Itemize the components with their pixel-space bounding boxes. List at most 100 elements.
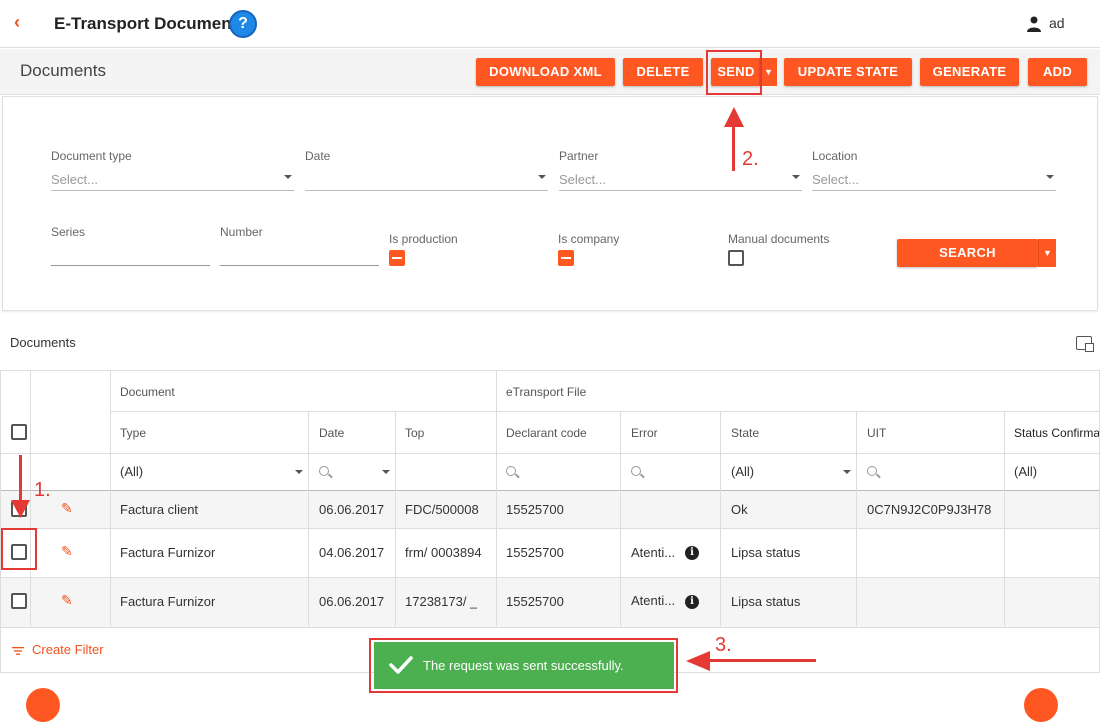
chevron-left-icon[interactable]: ‹ [14, 12, 20, 33]
type-filter[interactable]: (All) [120, 464, 143, 479]
search-icon[interactable] [319, 466, 329, 476]
user-icon[interactable] [1027, 16, 1041, 32]
cell-error: Atenti... [631, 545, 676, 560]
delete-button[interactable]: DELETE [623, 58, 703, 86]
filter-icon[interactable] [12, 647, 24, 655]
step3-label: 3. [715, 634, 732, 656]
arrow-down-icon [11, 500, 30, 518]
filter-panel [2, 96, 1098, 311]
column-header-top[interactable]: Top [405, 426, 424, 440]
row-checkbox[interactable] [11, 593, 27, 609]
help-icon[interactable]: ? [229, 10, 257, 38]
column-header-status-confirm[interactable]: Status Confirma [1014, 426, 1099, 440]
manual-documents-label: Manual documents [728, 232, 830, 246]
info-icon[interactable]: i [685, 546, 699, 560]
cell-date: 06.06.2017 [319, 594, 385, 609]
location-placeholder: Select... [812, 172, 859, 187]
checkbox-highlight [1, 528, 37, 570]
edit-icon[interactable]: ✎ [61, 543, 73, 560]
state-filter[interactable]: (All) [731, 464, 754, 479]
download-xml-button[interactable]: DOWNLOAD XML [476, 58, 615, 86]
chevron-down-icon [538, 175, 546, 179]
is-company-label: Is company [558, 232, 620, 246]
edit-icon[interactable]: ✎ [61, 592, 73, 609]
add-button[interactable]: ADD [1028, 58, 1087, 86]
is-company-checkbox[interactable] [558, 250, 574, 266]
cell-date: 06.06.2017 [319, 502, 385, 517]
column-header-uit[interactable]: UIT [867, 426, 886, 440]
cell-date: 04.06.2017 [319, 545, 385, 560]
document-type-label: Document type [51, 149, 132, 163]
arrow-up-icon [724, 107, 744, 127]
toast-highlight [369, 638, 678, 693]
update-state-button[interactable]: UPDATE STATE [784, 58, 912, 86]
is-production-label: Is production [389, 232, 458, 246]
search-icon[interactable] [506, 466, 516, 476]
select-all-checkbox[interactable] [11, 424, 27, 440]
user-name[interactable]: ad [1049, 15, 1065, 31]
series-input[interactable] [51, 244, 210, 266]
grid-caption: Documents [10, 335, 76, 350]
documents-grid: Document eTransport File Type Date Top D… [0, 370, 1100, 673]
cell-state: Lipsa status [731, 545, 801, 560]
edit-icon[interactable]: ✎ [61, 500, 73, 517]
cell-top: FDC/500008 [405, 502, 479, 517]
chevron-down-icon[interactable] [295, 470, 303, 474]
step3-arrow [708, 659, 816, 662]
location-label: Location [812, 149, 858, 163]
is-production-checkbox[interactable] [389, 250, 405, 266]
cell-top: frm/ 0003894 [405, 545, 482, 560]
step2-label: 2. [742, 148, 759, 170]
cell-state: Lipsa status [731, 594, 801, 609]
column-header-error[interactable]: Error [631, 426, 658, 440]
step1-label: 1. [34, 479, 51, 501]
cell-top: 17238173/ _ [405, 594, 478, 609]
date-select[interactable] [305, 169, 548, 191]
page-title: E-Transport Documents [54, 14, 247, 33]
chevron-down-icon[interactable] [843, 470, 851, 474]
column-header-state[interactable]: State [731, 426, 759, 440]
status-confirm-filter[interactable]: (All) [1014, 464, 1037, 479]
search-icon[interactable] [867, 466, 877, 476]
group-header-document: Document [120, 385, 175, 399]
date-label: Date [305, 149, 331, 163]
bottom-right-button[interactable] [1024, 688, 1058, 722]
number-label: Number [220, 225, 263, 239]
document-type-select[interactable]: Select... [51, 169, 294, 191]
column-header-declarant-code[interactable]: Declarant code [506, 426, 587, 440]
bottom-left-button[interactable] [26, 688, 60, 722]
cell-declarant: 15525700 [506, 545, 564, 560]
step1-arrow [19, 455, 22, 505]
toolbar-title: Documents [20, 61, 106, 80]
partner-select[interactable]: Select... [559, 169, 802, 191]
partner-placeholder: Select... [559, 172, 606, 187]
chevron-down-icon [284, 175, 292, 179]
chevron-down-icon [792, 175, 800, 179]
create-filter-link[interactable]: Create Filter [32, 642, 104, 657]
step2-arrow [732, 125, 735, 171]
cell-type: Factura client [120, 502, 199, 517]
column-header-date[interactable]: Date [319, 426, 344, 440]
search-dropdown-button[interactable]: ▼ [1038, 239, 1056, 267]
send-highlight [706, 50, 762, 95]
number-input[interactable] [220, 244, 379, 266]
search-button[interactable]: SEARCH [897, 239, 1038, 267]
cell-declarant: 15525700 [506, 502, 564, 517]
app-header: ‹ E-Transport Documents ? ad [0, 0, 1100, 48]
cell-uit: 0C7N9J2C0P9J3H78 [867, 502, 992, 517]
search-icon[interactable] [631, 466, 641, 476]
column-chooser-icon[interactable] [1076, 336, 1094, 352]
cell-error: Atenti... [631, 593, 676, 608]
chevron-down-icon[interactable] [382, 470, 390, 474]
cell-type: Factura Furnizor [120, 545, 216, 560]
cell-state: Ok [731, 502, 748, 517]
info-icon[interactable]: i [685, 595, 699, 609]
group-header-etransport: eTransport File [506, 385, 587, 399]
location-select[interactable]: Select... [812, 169, 1056, 191]
partner-label: Partner [559, 149, 599, 163]
generate-button[interactable]: GENERATE [920, 58, 1019, 86]
manual-documents-checkbox[interactable] [728, 250, 744, 266]
column-header-type[interactable]: Type [120, 426, 146, 440]
series-label: Series [51, 225, 86, 239]
cell-declarant: 15525700 [506, 594, 564, 609]
